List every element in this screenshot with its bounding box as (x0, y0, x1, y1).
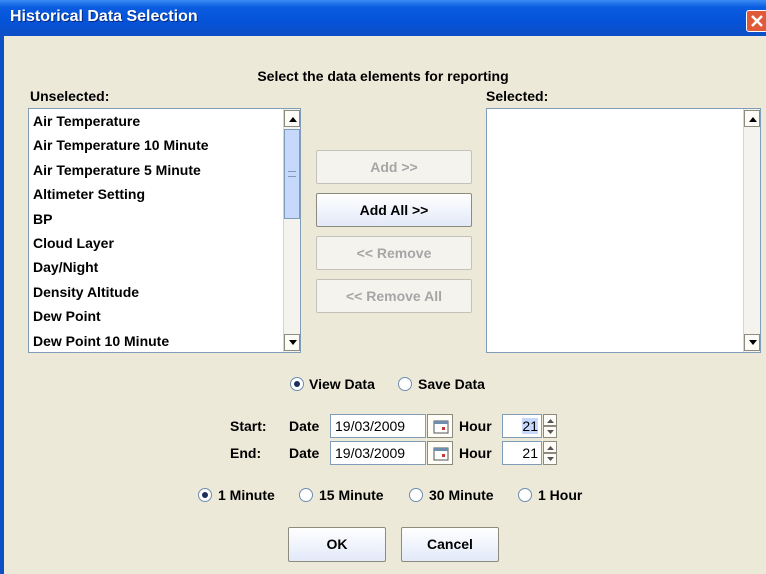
list-item[interactable]: Dew Point 10 Minute (29, 329, 300, 353)
arrow-up-icon (289, 117, 297, 122)
calendar-icon (433, 447, 449, 461)
end-hour-spinner[interactable] (543, 441, 557, 465)
historical-data-dialog: Historical Data Selection Select the dat… (0, 0, 766, 574)
title-bar: Historical Data Selection (0, 0, 766, 36)
selected-list[interactable] (486, 108, 761, 353)
start-hour-label: Hour (459, 418, 492, 434)
remove-button[interactable]: << Remove (316, 236, 472, 270)
arrow-up-icon (547, 446, 554, 450)
scroll-down-button[interactable] (744, 334, 760, 351)
selected-label: Selected: (486, 88, 549, 104)
interval-1-minute-label[interactable]: 1 Minute (218, 487, 275, 503)
list-item[interactable]: Density Altitude (29, 280, 300, 304)
arrow-down-icon (749, 340, 757, 345)
start-hour-value: 21 (522, 418, 538, 434)
thumb-grip (288, 171, 296, 177)
arrow-down-icon (547, 430, 554, 434)
scroll-down-button[interactable] (284, 334, 300, 351)
arrow-up-icon (547, 419, 554, 423)
calendar-icon (433, 420, 449, 434)
interval-30-minute-label[interactable]: 30 Minute (429, 487, 494, 503)
end-date-label: Date (289, 445, 320, 461)
dialog-heading: Select the data elements for reporting (257, 68, 509, 84)
save-data-label[interactable]: Save Data (418, 376, 485, 392)
add-button[interactable]: Add >> (316, 150, 472, 184)
list-item[interactable]: Air Temperature 5 Minute (29, 158, 300, 182)
list-item[interactable]: Air Temperature 10 Minute (29, 133, 300, 157)
interval-30-minute-radio[interactable] (409, 488, 423, 502)
spin-down-button[interactable] (543, 453, 557, 465)
view-data-radio[interactable] (290, 377, 304, 391)
start-hour-field[interactable]: 21 (502, 414, 542, 438)
list-item[interactable]: Day/Night (29, 255, 300, 279)
unselected-scrollbar[interactable] (283, 109, 300, 352)
arrow-up-icon (749, 117, 757, 122)
window-frame (0, 36, 4, 574)
unselected-list[interactable]: Air Temperature Air Temperature 10 Minut… (28, 108, 301, 353)
unselected-items: Air Temperature Air Temperature 10 Minut… (29, 109, 300, 353)
arrow-down-icon (289, 340, 297, 345)
start-hour-spinner[interactable] (543, 414, 557, 438)
interval-1-minute-radio[interactable] (198, 488, 212, 502)
cancel-button[interactable]: Cancel (401, 527, 499, 562)
remove-all-button[interactable]: << Remove All (316, 279, 472, 313)
end-date-field[interactable]: 19/03/2009 (330, 441, 426, 465)
list-item[interactable]: BP (29, 207, 300, 231)
list-item[interactable]: Cloud Layer (29, 231, 300, 255)
view-data-label[interactable]: View Data (309, 376, 375, 392)
close-button[interactable] (746, 10, 766, 32)
ok-button[interactable]: OK (288, 527, 386, 562)
start-label: Start: (230, 418, 267, 434)
interval-1-hour-label[interactable]: 1 Hour (538, 487, 582, 503)
interval-15-minute-radio[interactable] (299, 488, 313, 502)
interval-15-minute-label[interactable]: 15 Minute (319, 487, 384, 503)
spin-up-button[interactable] (543, 414, 557, 426)
add-all-button[interactable]: Add All >> (316, 193, 472, 227)
list-item[interactable]: Dew Point (29, 304, 300, 328)
end-hour-label: Hour (459, 445, 492, 461)
scroll-up-button[interactable] (284, 110, 300, 127)
start-date-field[interactable]: 19/03/2009 (330, 414, 426, 438)
arrow-down-icon (547, 457, 554, 461)
selected-scrollbar[interactable] (743, 109, 760, 352)
close-icon (751, 15, 763, 27)
end-calendar-button[interactable] (427, 441, 453, 465)
end-label: End: (230, 445, 262, 461)
start-date-label: Date (289, 418, 320, 434)
scroll-thumb[interactable] (284, 129, 300, 219)
scroll-up-button[interactable] (744, 110, 760, 127)
list-item[interactable]: Altimeter Setting (29, 182, 300, 206)
window-title: Historical Data Selection (10, 8, 198, 25)
spin-up-button[interactable] (543, 441, 557, 453)
start-calendar-button[interactable] (427, 414, 453, 438)
save-data-radio[interactable] (398, 377, 412, 391)
end-hour-value: 21 (522, 445, 538, 461)
interval-1-hour-radio[interactable] (518, 488, 532, 502)
unselected-label: Unselected: (30, 88, 110, 104)
end-hour-field[interactable]: 21 (502, 441, 542, 465)
list-item[interactable]: Air Temperature (29, 109, 300, 133)
spin-down-button[interactable] (543, 426, 557, 438)
